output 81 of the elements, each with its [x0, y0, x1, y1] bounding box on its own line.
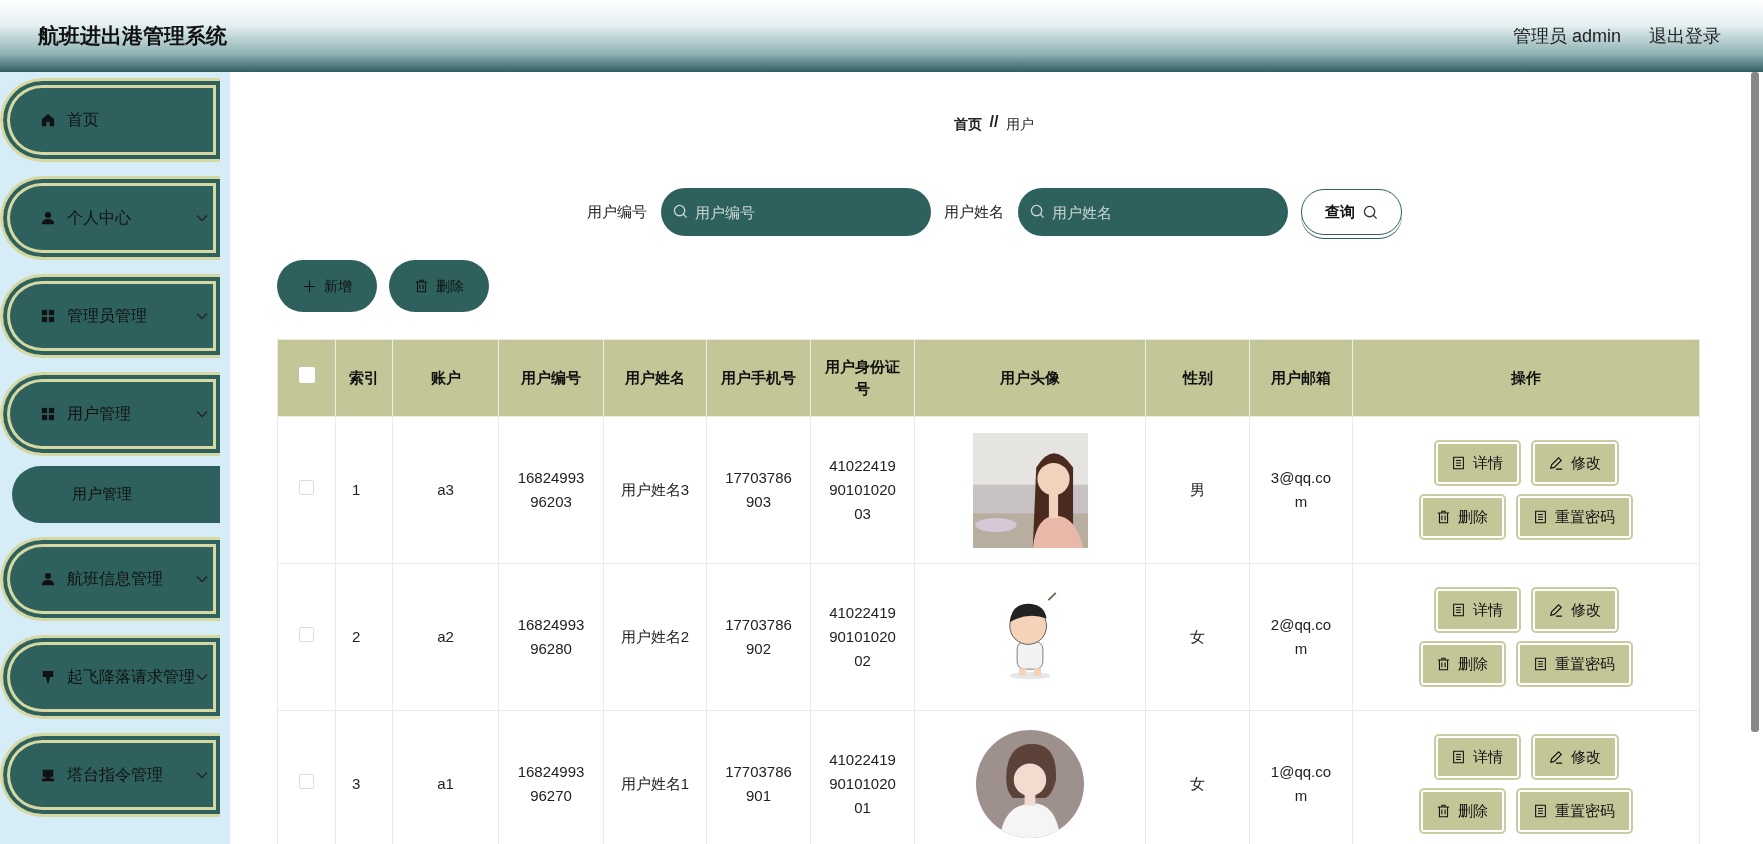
breadcrumb-current: 用户 [1006, 115, 1035, 134]
document-icon [1451, 750, 1465, 764]
edit-button[interactable]: 修改 [1532, 589, 1617, 631]
table-cell: 1682499396203 [498, 416, 604, 564]
chevron-down-icon [196, 771, 208, 779]
checkbox[interactable] [299, 480, 314, 495]
app-title: 航班进出港管理系统 [38, 23, 227, 50]
table-cell: 17703786902 [706, 563, 811, 711]
document-icon [1534, 804, 1547, 818]
user-label: 管理员 admin [1512, 24, 1621, 48]
document-icon [1534, 657, 1547, 671]
field-label: 用户姓名 [943, 201, 1004, 222]
document-icon [1451, 456, 1465, 470]
trash-icon [414, 279, 428, 293]
field-label: 用户编号 [586, 201, 647, 222]
table-cell: a3 [392, 416, 499, 564]
detail-button[interactable]: 详情 [1435, 442, 1519, 484]
column-header: 用户手机号 [706, 339, 811, 417]
breadcrumb-link[interactable]: 首页 [953, 114, 982, 135]
grid-icon [41, 407, 55, 421]
table-cell: 女 [1145, 563, 1250, 711]
chevron-down-icon [196, 410, 208, 418]
person-icon [41, 572, 55, 586]
checkbox[interactable] [298, 366, 315, 383]
column-header: 用户头像 [914, 339, 1146, 417]
grid-icon [41, 309, 55, 323]
detail-button[interactable]: 重置密码 [1518, 790, 1631, 832]
detail-button[interactable]: 重置密码 [1518, 496, 1631, 538]
table-cell: a2 [392, 563, 499, 711]
delete-button[interactable]: 删除 [1421, 496, 1504, 538]
table-cell: 3@qq.com [1249, 416, 1353, 564]
checkbox[interactable] [299, 627, 314, 642]
person-icon [41, 211, 55, 225]
checkbox[interactable] [299, 774, 314, 789]
table-cell: 用户姓名2 [603, 563, 707, 711]
chevron-down-icon [196, 214, 208, 222]
home-icon [41, 113, 55, 127]
document-icon [1534, 510, 1547, 524]
table-cell: 2@qq.com [1249, 563, 1353, 711]
column-header: 索引 [335, 339, 393, 417]
pencil-icon [1548, 603, 1563, 617]
chevron-down-icon [196, 575, 208, 583]
search-field[interactable]: 用户编号 [660, 188, 931, 236]
stamp-icon [41, 670, 55, 684]
table-cell: 17703786903 [706, 416, 811, 564]
table-cell: 410224199010102003 [810, 416, 915, 564]
trash-icon [1437, 804, 1450, 818]
column-header: 用户身份证号 [810, 339, 915, 417]
edit-button[interactable]: 修改 [1532, 736, 1617, 778]
detail-button[interactable]: 重置密码 [1518, 643, 1631, 685]
column-header: 用户姓名 [603, 339, 707, 417]
column-header: 操作 [1352, 339, 1700, 417]
table-cell: 1682499396280 [498, 563, 604, 711]
edit-button[interactable]: 修改 [1532, 442, 1617, 484]
column-header: 用户邮箱 [1249, 339, 1353, 417]
delete-button[interactable]: 删除 [1421, 790, 1504, 832]
pencil-icon [1548, 456, 1563, 470]
column-header: 账户 [392, 339, 499, 417]
search-field[interactable]: 用户姓名 [1017, 188, 1288, 236]
table-cell: 男 [1145, 416, 1250, 564]
chevron-down-icon [196, 673, 208, 681]
delete-button[interactable]: 删除 [1421, 643, 1504, 685]
chevron-down-icon [196, 312, 208, 320]
search-icon [1362, 204, 1378, 220]
trash-icon [1437, 510, 1450, 524]
pencil-icon [1548, 750, 1563, 764]
table-cell: 2 [335, 563, 393, 711]
table-cell: 用户姓名3 [603, 416, 707, 564]
column-header: 性别 [1145, 339, 1250, 417]
logout-link[interactable]: 退出登录 [1649, 22, 1721, 50]
table-cell: 1 [335, 416, 393, 564]
document-icon [1451, 603, 1465, 617]
breadcrumb-separator: // [989, 114, 999, 130]
tray-icon [41, 768, 55, 782]
detail-button[interactable]: 详情 [1435, 589, 1519, 631]
trash-icon [1437, 657, 1450, 671]
plus-icon [302, 279, 316, 293]
table-cell: 410224199010102002 [810, 563, 915, 711]
scrollbar[interactable] [1751, 72, 1759, 732]
column-header: 用户编号 [498, 339, 604, 417]
detail-button[interactable]: 详情 [1435, 736, 1519, 778]
